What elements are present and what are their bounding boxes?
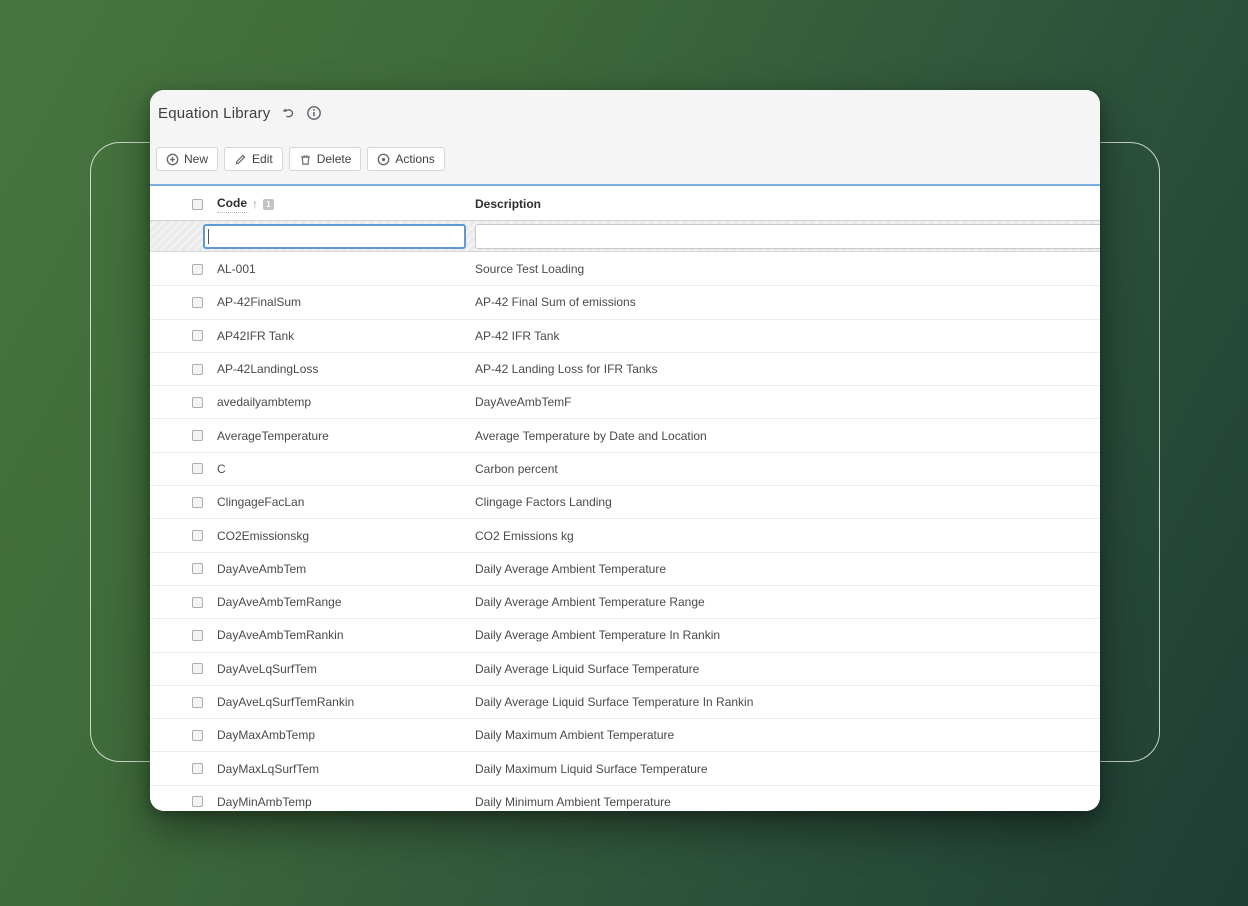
row-code: DayMaxLqSurfTem (217, 762, 319, 776)
row-code: AP42IFR Tank (217, 329, 294, 343)
table-header-row: Code ↑ 1 Description (150, 188, 1100, 221)
row-checkbox[interactable] (192, 730, 203, 741)
row-code: AP-42LandingLoss (217, 362, 318, 376)
row-checkbox[interactable] (192, 430, 203, 441)
row-code: DayAveAmbTem (217, 562, 306, 576)
row-description: Daily Average Liquid Surface Temperature (475, 662, 699, 676)
filter-row (150, 221, 1100, 252)
row-description: Daily Average Ambient Temperature In Ran… (475, 628, 720, 642)
table-row[interactable]: ClingageFacLan Clingage Factors Landing (150, 486, 1100, 519)
table-row[interactable]: AP-42FinalSum AP-42 Final Sum of emissio… (150, 286, 1100, 319)
row-description: Average Temperature by Date and Location (475, 429, 707, 443)
table-row[interactable]: AL-001 Source Test Loading (150, 253, 1100, 286)
table-row[interactable]: AP-42LandingLoss AP-42 Landing Loss for … (150, 353, 1100, 386)
description-filter-input[interactable] (475, 224, 1100, 249)
row-code: DayMaxAmbTemp (217, 728, 315, 742)
pencil-icon (234, 153, 247, 166)
row-description: Daily Minimum Ambient Temperature (475, 795, 671, 809)
row-description: Daily Maximum Ambient Temperature (475, 728, 674, 742)
row-code: DayAveAmbTemRankin (217, 628, 344, 642)
row-code: C (217, 462, 226, 476)
actions-button-label: Actions (395, 152, 434, 166)
table-row[interactable]: AverageTemperature Average Temperature b… (150, 419, 1100, 452)
text-caret (208, 229, 209, 244)
row-code: AL-001 (217, 262, 256, 276)
plus-circle-icon (166, 153, 179, 166)
desktop-background: { "window": { "title": "Equation Library… (0, 0, 1248, 906)
table-row[interactable]: C Carbon percent (150, 453, 1100, 486)
table-row[interactable]: CO2Emissionskg CO2 Emissions kg (150, 519, 1100, 552)
delete-button[interactable]: Delete (289, 147, 362, 171)
row-checkbox[interactable] (192, 463, 203, 474)
row-description: Daily Maximum Liquid Surface Temperature (475, 762, 708, 776)
window-header: Equation Library (150, 90, 1100, 186)
table-row[interactable]: AP42IFR Tank AP-42 IFR Tank (150, 320, 1100, 353)
edit-button[interactable]: Edit (224, 147, 283, 171)
row-code: DayMinAmbTemp (217, 795, 312, 809)
table-row[interactable]: DayMaxAmbTemp Daily Maximum Ambient Temp… (150, 719, 1100, 752)
sort-asc-arrow-icon: ↑ (252, 198, 258, 210)
row-checkbox[interactable] (192, 264, 203, 275)
actions-button[interactable]: Actions (367, 147, 444, 171)
row-code: DayAveLqSurfTem (217, 662, 317, 676)
code-filter-input[interactable] (203, 224, 466, 249)
table-row[interactable]: DayMinAmbTemp Daily Minimum Ambient Temp… (150, 786, 1100, 811)
table-body: AL-001 Source Test Loading AP-42FinalSum… (150, 253, 1100, 811)
row-description: Carbon percent (475, 462, 558, 476)
row-description: CO2 Emissions kg (475, 529, 574, 543)
table-row[interactable]: DayAveLqSurfTemRankin Daily Average Liqu… (150, 686, 1100, 719)
row-description: Daily Average Ambient Temperature Range (475, 595, 705, 609)
row-code: AverageTemperature (217, 429, 329, 443)
table-row[interactable]: DayAveAmbTemRankin Daily Average Ambient… (150, 619, 1100, 652)
table-row[interactable]: DayAveLqSurfTem Daily Average Liquid Sur… (150, 653, 1100, 686)
column-header-code[interactable]: Code ↑ 1 (217, 196, 475, 213)
row-checkbox[interactable] (192, 330, 203, 341)
sort-order-badge: 1 (263, 199, 274, 210)
row-checkbox[interactable] (192, 597, 203, 608)
toolbar: New Edit De (156, 147, 445, 171)
row-checkbox[interactable] (192, 497, 203, 508)
code-column-label: Code (217, 196, 247, 213)
refresh-icon[interactable] (279, 105, 296, 122)
row-description: AP-42 Landing Loss for IFR Tanks (475, 362, 658, 376)
table-row[interactable]: DayAveAmbTem Daily Average Ambient Tempe… (150, 553, 1100, 586)
row-code: avedailyambtemp (217, 395, 311, 409)
row-checkbox[interactable] (192, 297, 203, 308)
new-button[interactable]: New (156, 147, 218, 171)
row-description: Daily Average Ambient Temperature (475, 562, 666, 576)
new-button-label: New (184, 152, 208, 166)
equation-library-window: Equation Library (150, 90, 1100, 811)
row-checkbox[interactable] (192, 763, 203, 774)
row-checkbox[interactable] (192, 364, 203, 375)
row-description: Clingage Factors Landing (475, 495, 612, 509)
row-description: AP-42 IFR Tank (475, 329, 559, 343)
row-code: AP-42FinalSum (217, 295, 301, 309)
info-icon[interactable] (305, 105, 322, 122)
row-checkbox[interactable] (192, 697, 203, 708)
row-code: ClingageFacLan (217, 495, 304, 509)
row-description: AP-42 Final Sum of emissions (475, 295, 636, 309)
row-checkbox[interactable] (192, 530, 203, 541)
row-checkbox[interactable] (192, 796, 203, 807)
row-description: Daily Average Liquid Surface Temperature… (475, 695, 753, 709)
table-row[interactable]: DayMaxLqSurfTem Daily Maximum Liquid Sur… (150, 752, 1100, 785)
row-checkbox[interactable] (192, 663, 203, 674)
row-checkbox[interactable] (192, 397, 203, 408)
select-all-checkbox[interactable] (192, 199, 203, 210)
row-code: DayAveLqSurfTemRankin (217, 695, 354, 709)
table-row[interactable]: DayAveAmbTemRange Daily Average Ambient … (150, 586, 1100, 619)
row-description: Source Test Loading (475, 262, 584, 276)
row-code: DayAveAmbTemRange (217, 595, 342, 609)
delete-button-label: Delete (317, 152, 352, 166)
circle-dot-icon (377, 153, 390, 166)
row-checkbox[interactable] (192, 630, 203, 641)
row-code: CO2Emissionskg (217, 529, 309, 543)
page-title: Equation Library (158, 105, 270, 122)
trash-icon (299, 153, 312, 166)
table-row[interactable]: avedailyambtemp DayAveAmbTemF (150, 386, 1100, 419)
row-checkbox[interactable] (192, 563, 203, 574)
column-header-description[interactable]: Description (475, 197, 541, 211)
row-description: DayAveAmbTemF (475, 395, 571, 409)
edit-button-label: Edit (252, 152, 273, 166)
